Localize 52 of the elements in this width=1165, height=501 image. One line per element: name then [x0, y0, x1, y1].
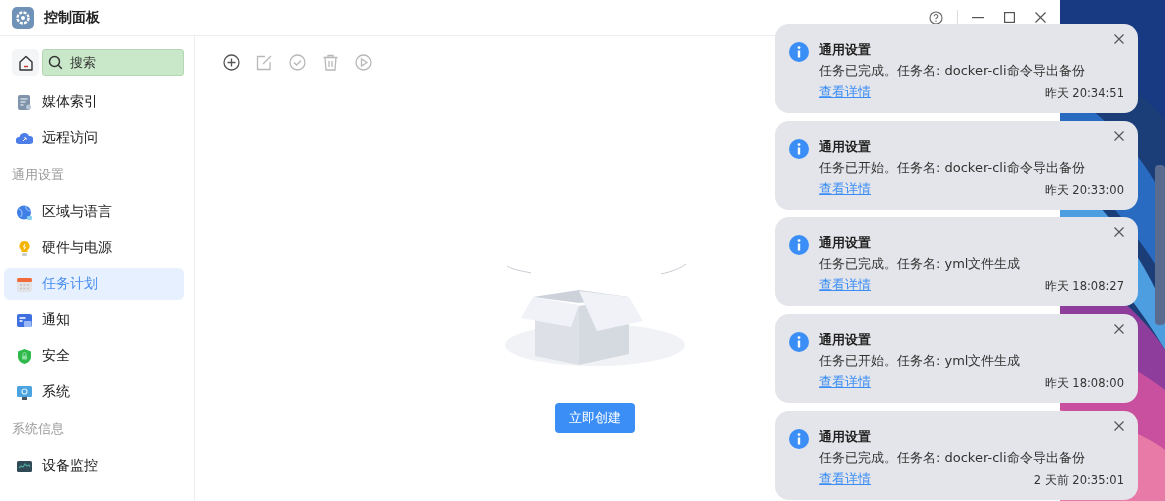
section-heading: 系统信息 — [11, 420, 65, 438]
close-icon[interactable] — [1114, 130, 1124, 141]
notification-title: 通用设置 — [819, 41, 872, 59]
notification-time: 昨天 18:08:00 — [1044, 376, 1124, 392]
notification-time: 昨天 20:34:51 — [1044, 86, 1124, 101]
home-icon — [17, 54, 34, 71]
sidebar-item[interactable]: 通知 — [4, 304, 184, 336]
close-icon[interactable] — [1114, 227, 1124, 238]
section-heading: 通用设置 — [11, 166, 65, 184]
sidebar-item[interactable]: 硬件与电源 — [4, 232, 184, 264]
notification-time: 昨天 20:33:00 — [1044, 182, 1124, 198]
search-field[interactable]: 搜索 — [42, 49, 184, 76]
add-icon[interactable] — [223, 54, 240, 71]
notification-title: 通用设置 — [819, 427, 872, 446]
home-button[interactable] — [12, 49, 39, 76]
notification-title: 通用设置 — [819, 234, 872, 253]
close-icon[interactable] — [1114, 34, 1124, 44]
notification-message: 任务已完成。任务名: docker-cli命令导出备份 — [819, 62, 1086, 80]
sidebar-item[interactable]: 区域与语言 — [4, 196, 184, 228]
shield-icon — [16, 347, 33, 365]
window-icon — [16, 311, 33, 329]
window-title: 控制面板 — [44, 8, 100, 27]
sidebar-item[interactable]: 媒体索引 — [4, 86, 184, 118]
close-icon[interactable] — [1114, 324, 1124, 335]
maximize-icon[interactable] — [1004, 12, 1015, 23]
notification-title: 通用设置 — [819, 137, 872, 156]
sidebar-item[interactable]: 安全 — [4, 340, 184, 372]
notification-time: 2 天前 20:35:01 — [1033, 472, 1124, 488]
sidebar-item[interactable]: 系统 — [4, 376, 184, 408]
info-icon — [789, 42, 809, 62]
notification-message: 任务已开始。任务名: yml文件生成 — [819, 352, 1022, 371]
sidebar-item[interactable]: 设备监控 — [4, 450, 184, 482]
notification-message: 任务已开始。任务名: docker-cli命令导出备份 — [819, 158, 1086, 177]
close-icon[interactable] — [1114, 420, 1124, 431]
minimize-icon[interactable] — [972, 16, 984, 19]
info-icon — [789, 138, 809, 159]
search-icon — [48, 55, 63, 70]
calendar-icon — [16, 275, 33, 293]
notification-title: 通用设置 — [819, 331, 872, 350]
notification-message: 任务已完成。任务名: yml文件生成 — [819, 255, 1022, 274]
document-icon — [16, 93, 33, 111]
globe-icon — [16, 203, 33, 221]
monitor-icon — [16, 383, 33, 401]
help-icon[interactable] — [929, 10, 943, 25]
gear-icon — [12, 6, 34, 29]
close-icon[interactable] — [1035, 12, 1046, 23]
info-icon — [789, 235, 809, 256]
info-icon — [789, 428, 809, 449]
notification-message: 任务已完成。任务名: docker-cli命令导出备份 — [819, 448, 1086, 467]
notification-time: 昨天 18:08:27 — [1044, 279, 1124, 295]
info-icon — [789, 332, 809, 353]
sidebar-item[interactable]: 远程访问 — [4, 122, 184, 154]
